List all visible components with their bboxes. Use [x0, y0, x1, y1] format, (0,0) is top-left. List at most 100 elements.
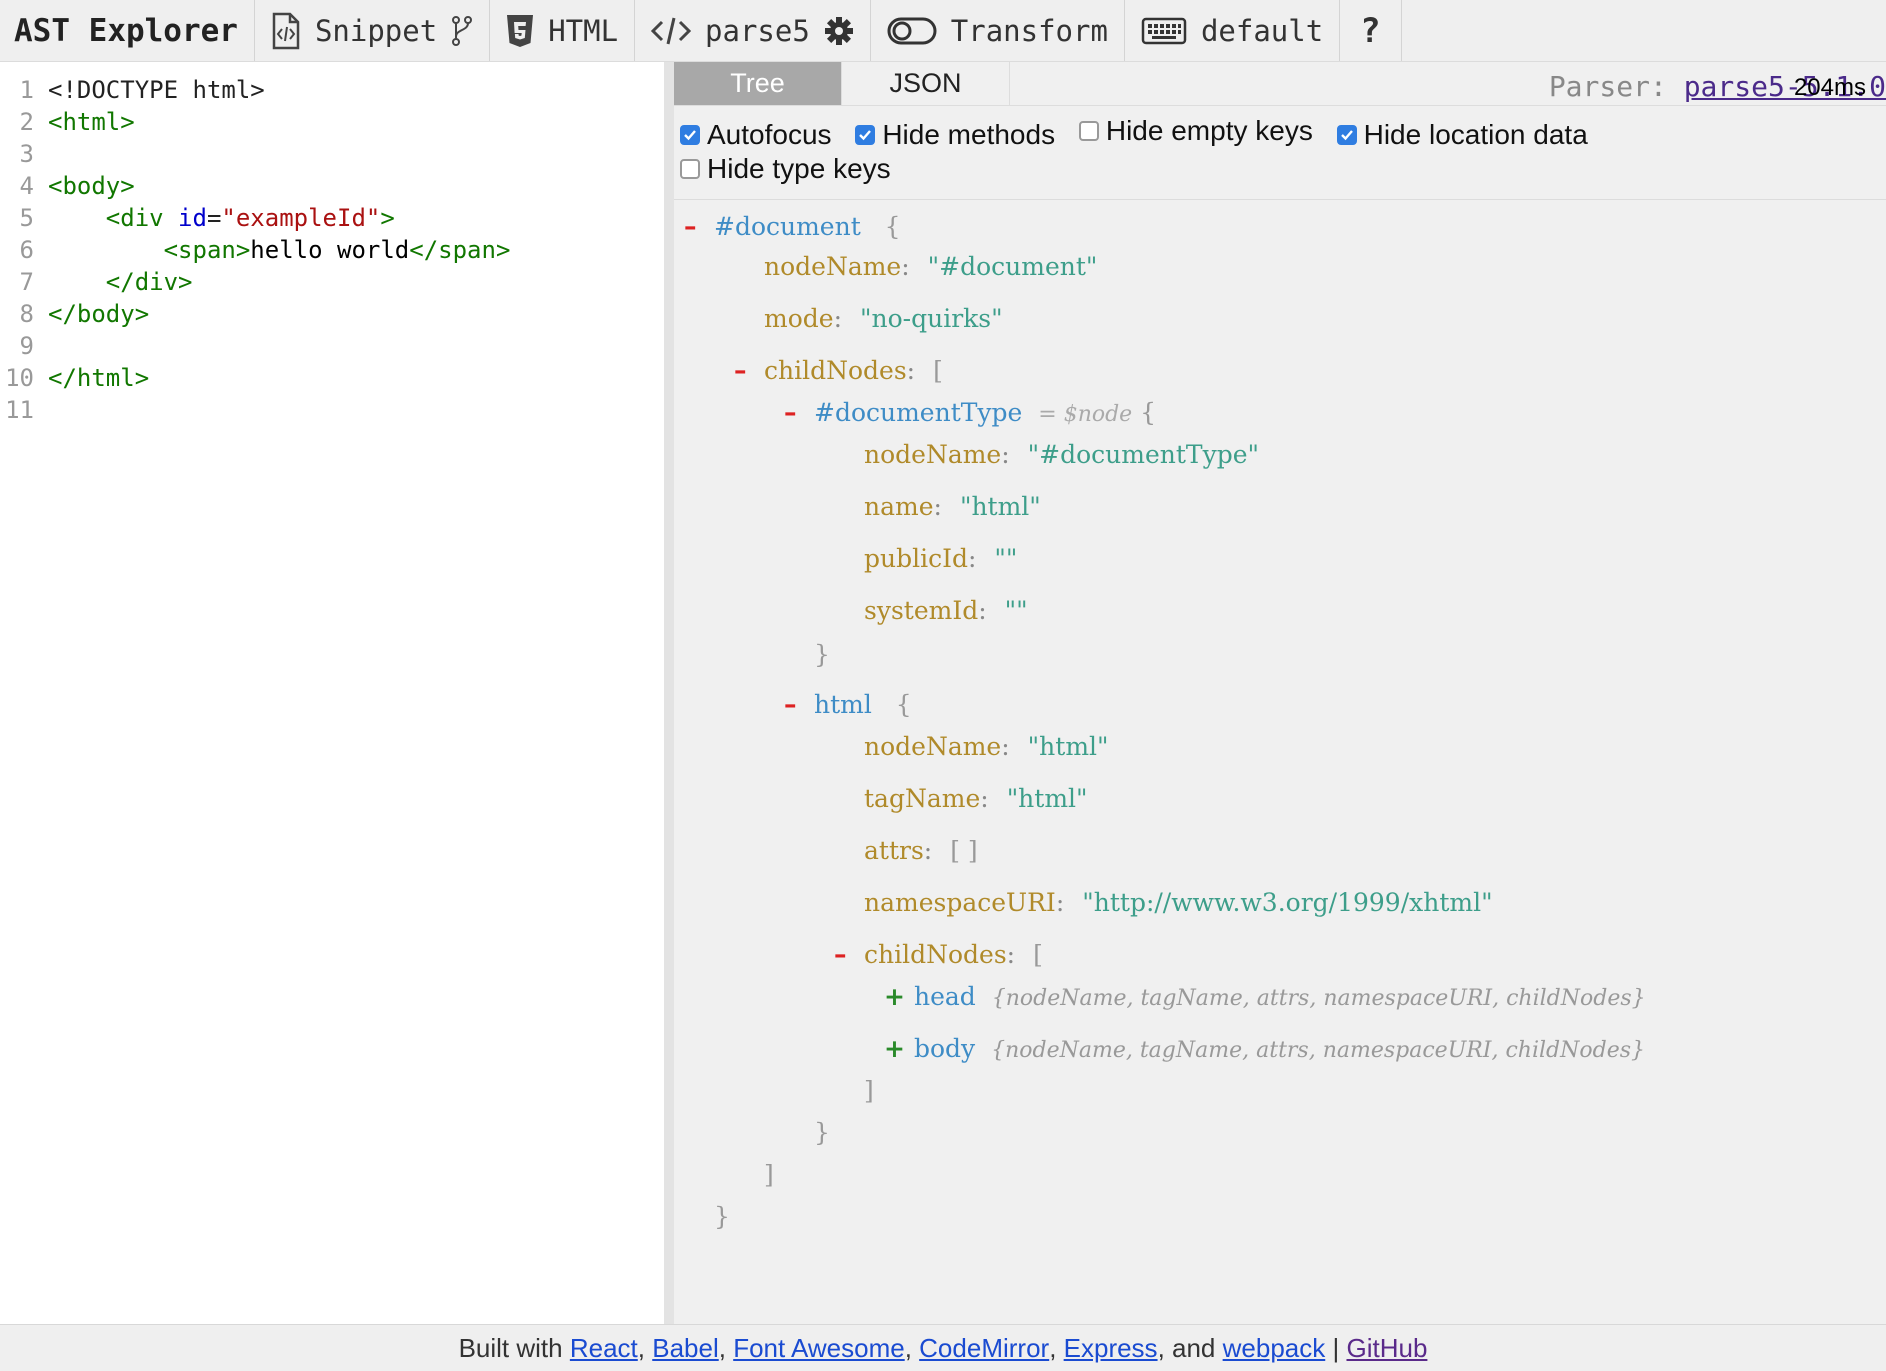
tab-json[interactable]: JSON: [842, 62, 1010, 105]
footer-link-webpack[interactable]: webpack: [1223, 1333, 1326, 1364]
line-number: 2: [19, 108, 34, 136]
checkbox-checked-icon[interactable]: [855, 125, 876, 145]
open-bracket: [: [1033, 940, 1043, 969]
tree-node-body[interactable]: + body {nodeName, tagName, attrs, namespa…: [884, 1032, 1645, 1066]
language-select[interactable]: HTML: [490, 0, 636, 61]
transform-toggle[interactable]: Transform: [871, 0, 1125, 61]
node-summary: {nodeName, tagName, attrs, namespaceURI,…: [991, 1038, 1646, 1063]
tree-node-html[interactable]: – html {: [784, 688, 912, 722]
div-tag-start: <div: [105, 204, 164, 232]
help-button[interactable]: ?: [1340, 0, 1402, 61]
option-hide-methods[interactable]: Hide methods: [855, 118, 1055, 152]
property-value: "no-quirks": [860, 304, 1003, 333]
expand-toggle[interactable]: +: [884, 1032, 914, 1066]
tree-property: nodeName: "#document": [764, 250, 1097, 284]
colon: :: [1055, 888, 1065, 917]
footer-prefix: Built with: [458, 1332, 563, 1363]
close-brace-text: }: [814, 640, 830, 669]
property-value: "html": [1006, 784, 1088, 813]
footer-link-github[interactable]: GitHub: [1346, 1333, 1427, 1364]
property-key: childNodes: [764, 356, 907, 385]
code-line[interactable]: 3: [0, 138, 664, 170]
property-key: nodeName: [864, 732, 1002, 761]
tree-node-document[interactable]: – #document {: [684, 210, 901, 244]
div-attr-name: id: [178, 204, 207, 232]
code-line[interactable]: 4 <body>: [0, 170, 664, 202]
open-brace: {: [895, 690, 912, 719]
option-hide-empty-keys[interactable]: Hide empty keys: [1078, 114, 1313, 148]
colon: :: [906, 356, 916, 385]
line-number: 1: [19, 76, 34, 104]
code-line[interactable]: 8 </body>: [0, 298, 664, 330]
code-line[interactable]: 1 <!DOCTYPE html>: [0, 74, 664, 106]
collapse-toggle[interactable]: –: [834, 938, 864, 972]
collapse-toggle[interactable]: –: [784, 396, 814, 430]
tree-property-childnodes[interactable]: – childNodes: [: [834, 938, 1043, 972]
tree-property: namespaceURI: "http://www.w3.org/1999/xht…: [864, 886, 1493, 920]
tree-property-childnodes[interactable]: – childNodes: [: [734, 354, 943, 388]
collapse-toggle[interactable]: –: [684, 210, 714, 244]
close-brace-text: }: [814, 1118, 830, 1147]
keymap-select[interactable]: default: [1125, 0, 1341, 61]
tree-property: attrs: [ ]: [864, 834, 978, 868]
property-key: nodeName: [864, 440, 1002, 469]
fork-icon[interactable]: [451, 15, 473, 47]
footer-link-react[interactable]: React: [570, 1333, 638, 1364]
file-code-icon: [271, 12, 301, 50]
option-label: Hide empty keys: [1105, 115, 1313, 146]
node-name: #documentType: [814, 398, 1023, 427]
option-autofocus[interactable]: Autofocus: [680, 118, 832, 152]
code-line[interactable]: 9: [0, 330, 664, 362]
tab-tree[interactable]: Tree: [674, 62, 842, 105]
option-hide-type-keys[interactable]: Hide type keys: [680, 152, 891, 186]
code-line[interactable]: 11: [0, 394, 664, 426]
footer-link-codemirror[interactable]: CodeMirror: [919, 1333, 1049, 1364]
tree-options: Autofocus Hide methods Hide empty keys H…: [680, 114, 1870, 187]
tree-node-head[interactable]: + head {nodeName, tagName, attrs, namespa…: [884, 980, 1646, 1014]
div-close-tag: </div>: [105, 268, 193, 296]
code-line[interactable]: 10 </html>: [0, 362, 664, 394]
tree-node-documenttype[interactable]: – #documentType = $node {: [784, 396, 1156, 430]
colon: :: [1001, 732, 1010, 761]
tree-property: mode: "no-quirks": [764, 302, 1003, 336]
parser-select[interactable]: parse5: [635, 0, 871, 61]
toggle-off-icon: [887, 16, 937, 46]
checkbox-checked-icon[interactable]: [1336, 125, 1357, 145]
code-line[interactable]: 2 <html>: [0, 106, 664, 138]
line-number: 6: [19, 236, 34, 264]
option-hide-location-data[interactable]: Hide location data: [1336, 118, 1588, 152]
gear-icon[interactable]: [824, 16, 854, 46]
code-line[interactable]: 6 <span> hello world </span>: [0, 234, 664, 266]
div-tag-end: >: [380, 204, 395, 232]
empty-array: [ ]: [950, 836, 978, 865]
footer-link-font-awesome[interactable]: Font Awesome: [733, 1333, 905, 1364]
collapse-toggle[interactable]: –: [784, 688, 814, 722]
app-title[interactable]: AST Explorer: [0, 0, 255, 61]
checkbox-checked-icon[interactable]: [680, 125, 700, 145]
colon: :: [833, 304, 842, 333]
footer-link-express[interactable]: Express: [1064, 1333, 1158, 1364]
line-number: 3: [19, 140, 34, 168]
code-line[interactable]: 5 <div id = "exampleId" >: [0, 202, 664, 234]
line-number: 4: [19, 172, 34, 200]
code-editor[interactable]: 1 <!DOCTYPE html> 2 <html> 3 4 <body> 5 <di…: [0, 62, 665, 1324]
node-type-meta: = $node: [1038, 402, 1133, 427]
property-key: mode: [764, 304, 834, 333]
property-key: publicId: [864, 544, 968, 573]
tree-property: systemId: "": [864, 594, 1028, 628]
snippet-menu[interactable]: Snippet: [255, 0, 491, 61]
code-line[interactable]: 7 </div>: [0, 266, 664, 298]
close-brace: }: [814, 638, 830, 672]
span-close-tag: </span>: [409, 236, 511, 264]
pane-splitter[interactable]: [664, 62, 674, 1324]
line-number: 8: [19, 300, 34, 328]
collapse-toggle[interactable]: –: [734, 354, 764, 388]
expand-toggle[interactable]: +: [884, 980, 914, 1014]
footer-and: , and: [1157, 1332, 1216, 1363]
checkbox-unchecked-icon[interactable]: [1078, 121, 1099, 141]
parser-label: parse5: [705, 13, 810, 48]
colon: :: [980, 784, 989, 813]
colon: :: [933, 492, 942, 521]
checkbox-unchecked-icon[interactable]: [680, 159, 700, 179]
footer-link-babel[interactable]: Babel: [652, 1333, 719, 1364]
